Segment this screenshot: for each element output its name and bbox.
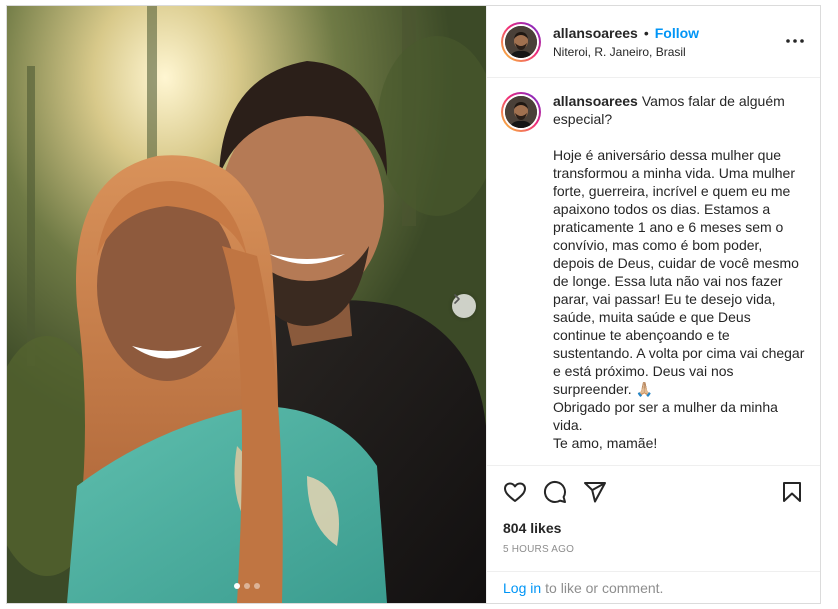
separator-dot: • [643, 24, 649, 41]
action-bar [487, 466, 820, 518]
avatar[interactable] [501, 21, 541, 62]
location-link[interactable]: Niteroi, R. Janeiro, Brasil [553, 45, 699, 59]
login-prompt-text: to like or comment. [545, 579, 664, 596]
caption-section: allansoarees Vamos falar de alguém especi… [487, 78, 820, 466]
chevron-right-icon [454, 294, 460, 304]
login-prompt: Log in to like or comment. [487, 571, 820, 603]
carousel-dot [233, 583, 240, 589]
selfie-image [7, 6, 486, 603]
post-card: allansoarees • Follow Niteroi, R. Janeir… [6, 5, 821, 604]
bookmark-icon [783, 482, 801, 502]
carousel-dot [243, 583, 250, 589]
share-button[interactable] [575, 472, 615, 512]
carousel-indicator [7, 583, 486, 589]
login-link[interactable]: Log in [503, 580, 541, 596]
caption-text: Vamos falar de alguém especial? Hoje é a… [553, 93, 805, 451]
profile-picture [505, 96, 537, 128]
post-photo[interactable] [7, 6, 486, 603]
follow-button[interactable]: Follow [655, 25, 699, 41]
save-button[interactable] [772, 472, 812, 512]
carousel-dot [253, 583, 260, 589]
profile-picture [505, 25, 537, 58]
caption: allansoarees Vamos falar de alguém especi… [553, 92, 805, 465]
heart-icon [504, 482, 526, 502]
post-header: allansoarees • Follow Niteroi, R. Janeir… [487, 6, 820, 78]
post-side-panel: allansoarees • Follow Niteroi, R. Janeir… [486, 6, 820, 603]
more-options-button[interactable] [784, 32, 806, 50]
carousel-next-button[interactable] [452, 294, 476, 318]
paper-plane-icon [584, 482, 606, 503]
caption-username[interactable]: allansoarees [553, 93, 638, 109]
header-username[interactable]: allansoarees [553, 25, 638, 41]
caption-avatar[interactable] [501, 92, 541, 132]
like-button[interactable] [495, 472, 535, 512]
comment-button[interactable] [535, 472, 575, 512]
post-timestamp[interactable]: 5 HOURS AGO [487, 538, 820, 555]
more-options-icon [786, 39, 804, 43]
likes-count[interactable]: 804 likes [487, 518, 820, 538]
comment-icon [543, 480, 566, 503]
